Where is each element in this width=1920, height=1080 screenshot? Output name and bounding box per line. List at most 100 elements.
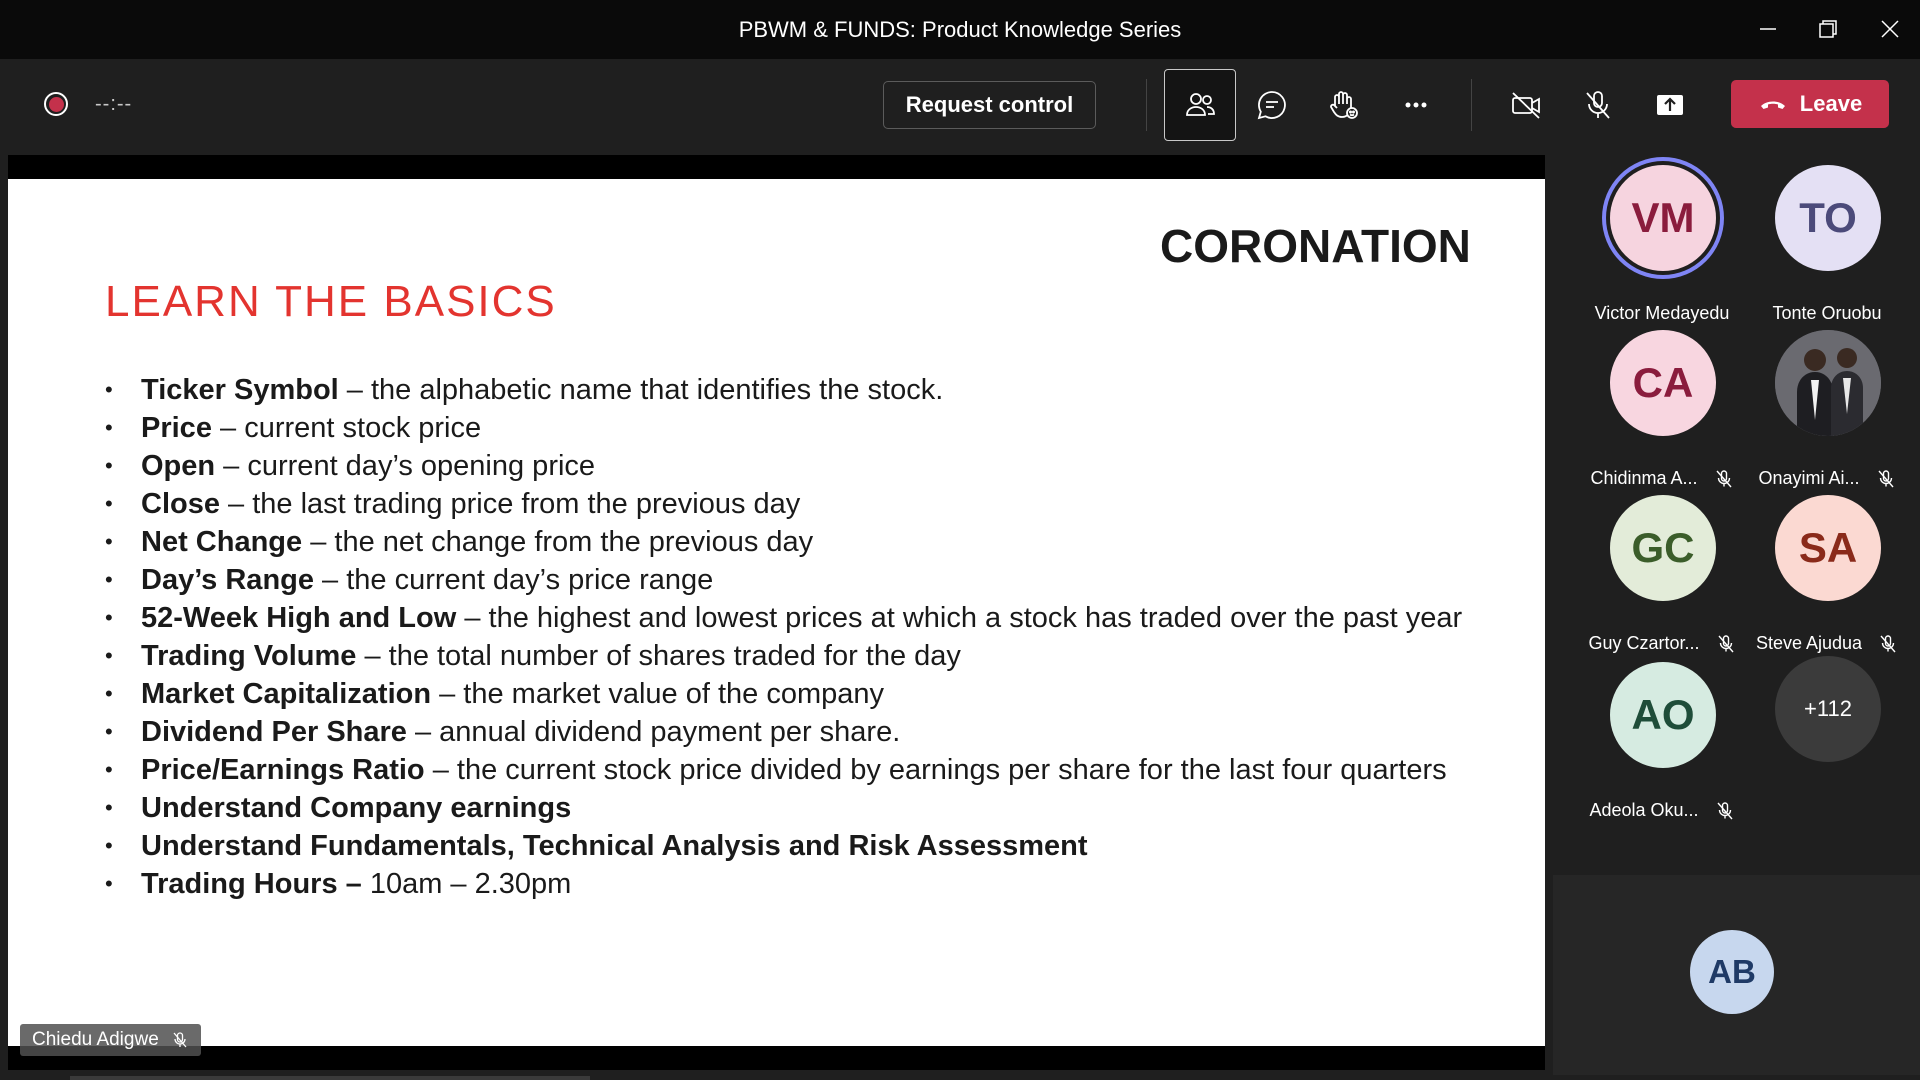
bullet-dot: • — [105, 833, 113, 858]
more-options-button[interactable] — [1380, 69, 1452, 141]
bullet-item: • Understand Company earnings — [105, 789, 1462, 827]
bullet-dot: • — [105, 871, 113, 896]
bullet-description: – the highest and lowest prices at which… — [456, 602, 1463, 634]
bullet-term: Understand Fundamentals, Technical Analy… — [141, 830, 1088, 862]
bullet-dot: • — [105, 643, 113, 668]
bottom-scroll-indicator — [70, 1076, 590, 1080]
bullet-dot: • — [105, 567, 113, 592]
bullet-description: – the current stock price divided by ear… — [424, 754, 1447, 786]
camera-toggle-button[interactable] — [1490, 69, 1562, 141]
close-button[interactable] — [1862, 8, 1918, 50]
bullet-dot: • — [105, 605, 113, 630]
minimize-icon — [1760, 28, 1776, 30]
bullet-dot: • — [105, 377, 113, 402]
share-screen-button[interactable] — [1634, 69, 1706, 141]
bullet-dot: • — [105, 757, 113, 782]
participant-tile[interactable]: VM Victor Medayedu — [1577, 155, 1747, 323]
bullet-item: • Dividend Per Share – annual dividend pa… — [105, 713, 1462, 751]
chat-icon — [1257, 91, 1286, 120]
bullet-term: Price/Earnings Ratio — [141, 754, 425, 786]
leave-label: Leave — [1799, 91, 1863, 116]
leave-button[interactable]: Leave — [1731, 80, 1889, 128]
recording-indicator-icon — [44, 92, 68, 116]
bullet-term: Understand Company earnings — [141, 792, 572, 824]
shared-content-stage[interactable]: CORONATION LEARN THE BASICS • Ticker Symb… — [8, 155, 1545, 1070]
participant-name-row: Steve Ajudua — [1742, 633, 1912, 654]
bullet-description: – the net change from the previous day — [302, 526, 814, 558]
minimize-button[interactable] — [1740, 8, 1796, 50]
restore-button[interactable] — [1800, 8, 1856, 50]
participant-tile[interactable]: GC Guy Czartor... — [1577, 485, 1747, 653]
close-icon — [1881, 20, 1899, 38]
presentation-slide: CORONATION LEARN THE BASICS • Ticker Symb… — [8, 179, 1545, 1046]
request-control-button[interactable]: Request control — [883, 81, 1096, 129]
window-title: PBWM & FUNDS: Product Knowledge Series — [738, 17, 1182, 42]
bullet-item: • Price – current stock price — [105, 409, 1462, 447]
participant-avatar: AO — [1610, 662, 1716, 768]
participant-name: Guy Czartor... — [1588, 633, 1700, 653]
bullet-dot: • — [105, 415, 113, 440]
participant-avatar: VM — [1610, 165, 1716, 271]
participant-avatar: CA — [1610, 330, 1716, 436]
bullet-item: • Market Capitalization – the market valu… — [105, 675, 1462, 713]
self-avatar: AB — [1690, 930, 1774, 1014]
bullet-description: – the total number of shares traded for … — [356, 640, 961, 672]
bullet-dot: • — [105, 529, 113, 554]
participant-tile[interactable]: TO Tonte Oruobu — [1742, 155, 1912, 323]
bullet-term: Market Capitalization — [141, 678, 432, 710]
mic-off-icon — [1880, 634, 1896, 652]
participant-tile[interactable]: SA Steve Ajudua — [1742, 485, 1912, 653]
brand-logo: CORONATION — [1160, 220, 1471, 272]
mic-off-icon — [1586, 91, 1610, 119]
reactions-button[interactable] — [1308, 69, 1380, 141]
bullet-dot: • — [105, 719, 113, 744]
mic-off-icon — [1717, 634, 1734, 652]
more-participants-count: +112 — [1775, 656, 1881, 762]
raise-hand-icon — [1330, 91, 1358, 119]
bullet-description: – current stock price — [211, 412, 482, 444]
bullet-item: • Day’s Range – the current day’s price r… — [105, 561, 1462, 599]
toolbar-divider — [1146, 79, 1147, 131]
slide-title: LEARN THE BASICS — [105, 277, 557, 326]
participant-tile[interactable]: AO Adeola Oku... — [1577, 652, 1747, 820]
bullet-dot: • — [105, 453, 113, 478]
participant-name: Steve Ajudua — [1755, 633, 1863, 653]
participant-avatar: SA — [1775, 495, 1881, 601]
participant-tile[interactable]: CA Chidinma A... — [1577, 320, 1747, 488]
bullet-term: Open — [141, 450, 216, 482]
bullet-item: • Close – the last trading price from the… — [105, 485, 1462, 523]
bullet-item: • Ticker Symbol – the alphabetic name tha… — [105, 371, 1462, 409]
restore-icon — [1819, 20, 1837, 38]
bullet-term: Trading Hours – — [141, 868, 362, 900]
bullet-term: Ticker Symbol — [141, 374, 339, 406]
presenter-name-tag: Chiedu Adigwe — [20, 1024, 201, 1056]
hang-up-icon — [1760, 101, 1785, 109]
bullet-description: – current day’s opening price — [215, 450, 596, 482]
participant-name-row: Adeola Oku... — [1577, 800, 1747, 821]
participant-name-row: Guy Czartor... — [1577, 633, 1747, 654]
mic-off-icon — [173, 1032, 187, 1048]
meeting-timer: --:-- — [95, 93, 133, 115]
presenter-name: Chiedu Adigwe — [32, 1029, 159, 1050]
participants-button[interactable] — [1164, 69, 1236, 141]
participant-name: Adeola Oku... — [1589, 800, 1699, 820]
mic-off-icon — [1717, 801, 1733, 819]
bullet-item: • Trading Volume – the total number of sh… — [105, 637, 1462, 675]
participant-tile[interactable]: Onayimi Ai... — [1742, 320, 1912, 488]
overflow-tile[interactable]: +112 — [1742, 652, 1912, 812]
bullet-description: – the current day’s price range — [314, 564, 714, 596]
share-screen-icon — [1657, 95, 1683, 115]
mic-toggle-button[interactable] — [1562, 69, 1634, 141]
bullet-term: Day’s Range — [141, 564, 314, 596]
bullet-item: • 52-Week High and Low – the highest and … — [105, 599, 1462, 637]
participant-photo — [1775, 330, 1881, 436]
bullet-term: Trading Volume — [141, 640, 357, 672]
bullet-term: Net Change — [141, 526, 303, 558]
bullet-description: – the last trading price from the previo… — [219, 488, 801, 520]
meeting-window: PBWM & FUNDS: Product Knowledge Series -… — [0, 0, 1920, 1080]
bullet-term: 52-Week High and Low — [141, 602, 457, 634]
chat-button[interactable] — [1236, 69, 1308, 141]
bullet-item: • Trading Hours – 10am – 2.30pm — [105, 865, 1462, 903]
bullet-dot: • — [105, 491, 113, 516]
camera-off-icon — [1512, 92, 1540, 119]
